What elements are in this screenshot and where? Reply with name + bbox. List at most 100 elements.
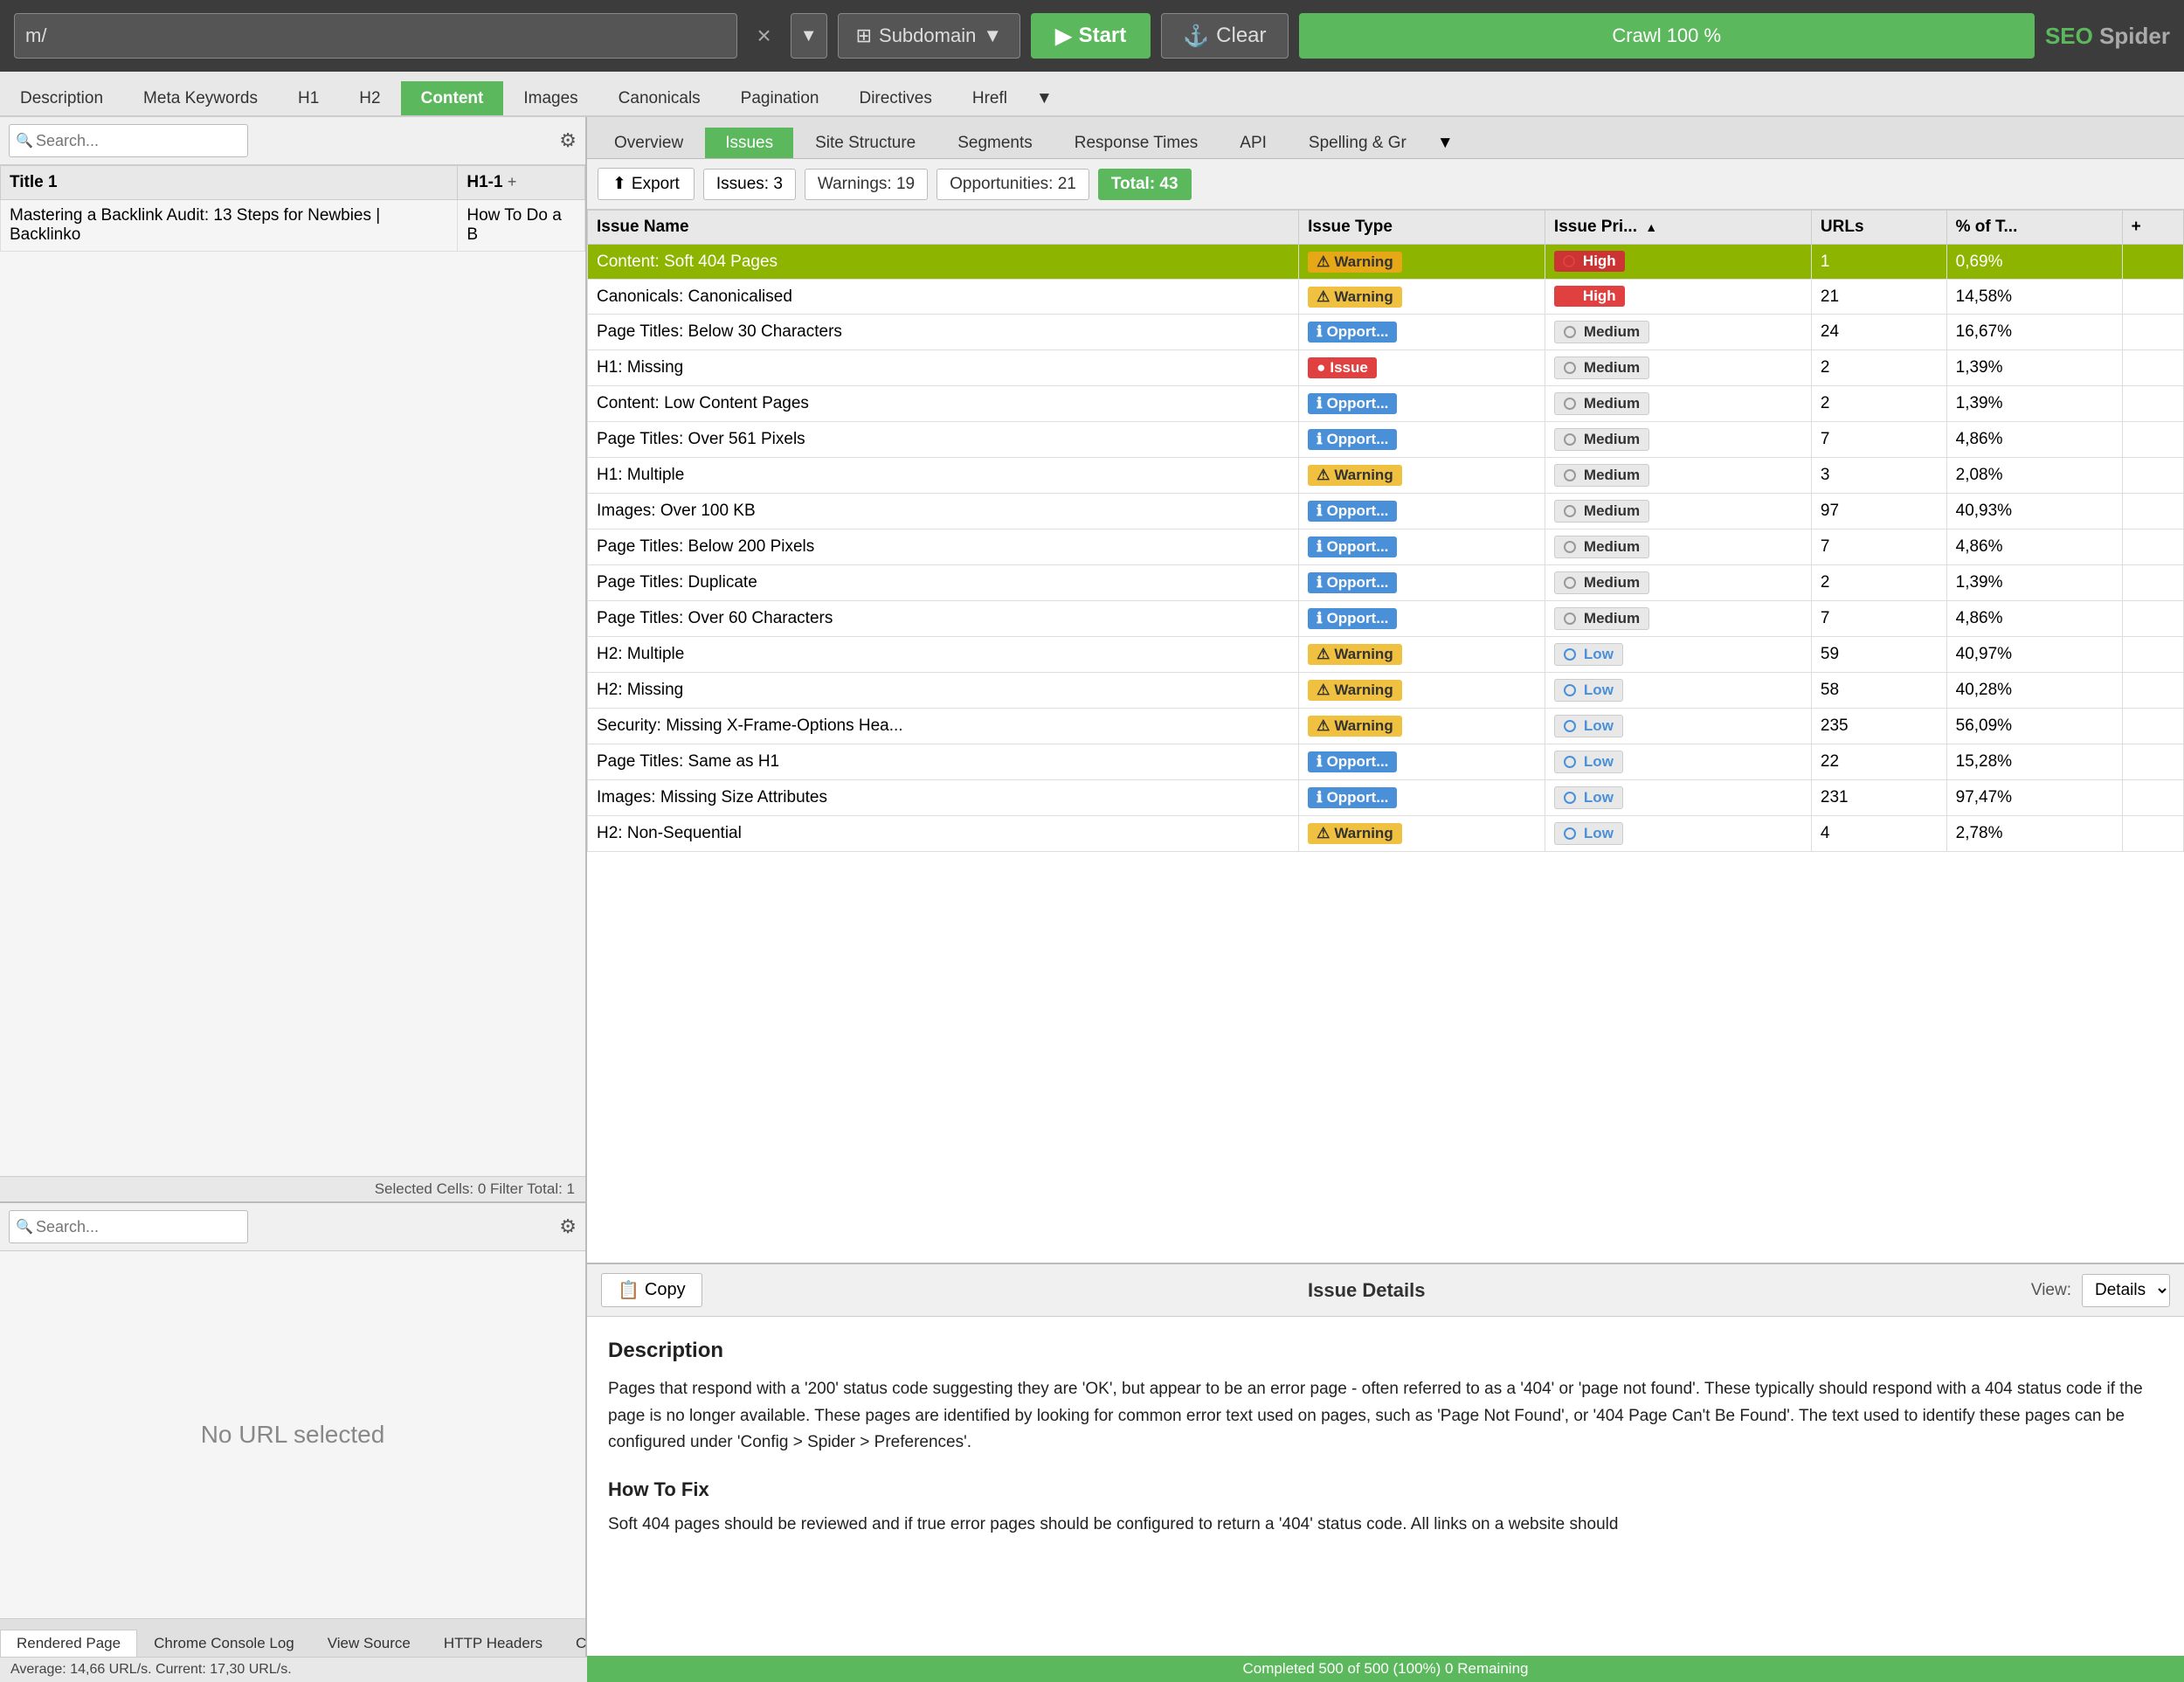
left-table: Title 1 H1-1 + Mastering a Backlink Audi… bbox=[0, 165, 585, 252]
issue-details-header: 📋 Copy Issue Details View: Details bbox=[587, 1264, 2184, 1317]
table-row[interactable]: Page Titles: Below 200 Pixels ℹ Opport..… bbox=[588, 530, 2184, 565]
export-icon: ⬆ bbox=[612, 174, 626, 194]
priority-circle bbox=[1564, 433, 1576, 446]
right-panel: Overview Issues Site Structure Segments … bbox=[587, 117, 2184, 1682]
table-row[interactable]: Security: Missing X-Frame-Options Hea...… bbox=[588, 709, 2184, 744]
col-pct[interactable]: % of T... bbox=[1946, 211, 2122, 245]
tab-h1[interactable]: H1 bbox=[278, 81, 339, 115]
table-row[interactable]: Page Titles: Below 30 Characters ℹ Oppor… bbox=[588, 315, 2184, 350]
priority-badge: Medium bbox=[1554, 571, 1649, 594]
col-urls[interactable]: URLs bbox=[1811, 211, 1946, 245]
col-add[interactable]: + bbox=[2122, 211, 2183, 245]
copy-button[interactable]: 📋 Copy bbox=[601, 1273, 702, 1307]
tab-content[interactable]: Content bbox=[401, 81, 504, 115]
table-row[interactable]: Content: Low Content Pages ℹ Opport... M… bbox=[588, 386, 2184, 422]
priority-badge: Low bbox=[1554, 679, 1623, 702]
left-search-input[interactable] bbox=[9, 124, 248, 157]
url-dropdown[interactable]: ▼ bbox=[791, 13, 827, 59]
col-issue-name[interactable]: Issue Name bbox=[588, 211, 1299, 245]
lower-tab-rendered-page[interactable]: Rendered Page bbox=[0, 1630, 137, 1657]
clear-button[interactable]: ⚓ Clear bbox=[1161, 13, 1288, 59]
priority-circle bbox=[1564, 577, 1576, 589]
cell-issue-name: H1: Missing bbox=[588, 350, 1299, 386]
filter-button[interactable]: ⚙ bbox=[559, 129, 577, 152]
export-button[interactable]: ⬆ Export bbox=[598, 168, 695, 200]
add-column-button[interactable]: + bbox=[508, 173, 517, 191]
cell-issue-type: ⚠ Warning bbox=[1299, 637, 1545, 673]
tab-overview[interactable]: Overview bbox=[594, 128, 703, 158]
type-badge: ℹ Opport... bbox=[1308, 536, 1397, 557]
table-row[interactable]: H2: Multiple ⚠ Warning Low 59 40,97% bbox=[588, 637, 2184, 673]
right-tab-more[interactable]: ▼ bbox=[1428, 128, 1462, 158]
tab-issues[interactable]: Issues bbox=[705, 128, 793, 158]
tab-spelling[interactable]: Spelling & Gr bbox=[1289, 128, 1427, 158]
subdomain-button[interactable]: ⊞ Subdomain ▼ bbox=[838, 13, 1021, 59]
col-h1-1[interactable]: H1-1 + bbox=[458, 166, 585, 200]
table-row[interactable]: H2: Non-Sequential ⚠ Warning Low 4 2,78% bbox=[588, 816, 2184, 852]
cell-issue-priority: Low bbox=[1545, 744, 1811, 780]
table-row[interactable]: Page Titles: Over 60 Characters ℹ Opport… bbox=[588, 601, 2184, 637]
cell-urls: 4 bbox=[1811, 816, 1946, 852]
lower-filter-button[interactable]: ⚙ bbox=[559, 1215, 577, 1238]
table-row[interactable]: H1: Multiple ⚠ Warning Medium 3 2,08% bbox=[588, 458, 2184, 494]
lower-tab-http-headers[interactable]: HTTP Headers bbox=[427, 1630, 559, 1657]
tab-images[interactable]: Images bbox=[503, 81, 598, 115]
table-row[interactable]: Content: Soft 404 Pages ⚠ Warning High 1… bbox=[588, 245, 2184, 280]
type-badge: ⚠ Warning bbox=[1308, 823, 1402, 844]
cell-extra bbox=[2122, 350, 2183, 386]
tab-canonicals[interactable]: Canonicals bbox=[598, 81, 721, 115]
cell-extra bbox=[2122, 245, 2183, 280]
tab-segments[interactable]: Segments bbox=[937, 128, 1053, 158]
lower-tab-chrome-console[interactable]: Chrome Console Log bbox=[137, 1630, 311, 1657]
cell-h1: How To Do a B bbox=[458, 200, 585, 252]
start-button[interactable]: ▶ Start bbox=[1031, 13, 1151, 59]
table-row[interactable]: Images: Over 100 KB ℹ Opport... Medium 9… bbox=[588, 494, 2184, 530]
priority-badge: Medium bbox=[1554, 500, 1649, 523]
col-title1[interactable]: Title 1 bbox=[1, 166, 458, 200]
tab-pagination[interactable]: Pagination bbox=[721, 81, 840, 115]
cell-pct: 1,39% bbox=[1946, 350, 2122, 386]
tab-h2[interactable]: H2 bbox=[339, 81, 400, 115]
tab-site-structure[interactable]: Site Structure bbox=[795, 128, 936, 158]
tab-response-times[interactable]: Response Times bbox=[1054, 128, 1219, 158]
subdomain-label: Subdomain bbox=[879, 24, 976, 47]
tab-directives[interactable]: Directives bbox=[839, 81, 951, 115]
table-row[interactable]: Page Titles: Duplicate ℹ Opport... Mediu… bbox=[588, 565, 2184, 601]
tab-more-button[interactable]: ▼ bbox=[1027, 82, 1061, 115]
table-row[interactable]: Images: Missing Size Attributes ℹ Opport… bbox=[588, 780, 2184, 816]
cell-issue-priority: Medium bbox=[1545, 601, 1811, 637]
close-button[interactable]: × bbox=[748, 18, 779, 53]
cell-issue-name: Page Titles: Below 30 Characters bbox=[588, 315, 1299, 350]
lower-search-icon: 🔍 bbox=[16, 1218, 33, 1236]
tab-description[interactable]: Description bbox=[0, 81, 123, 115]
issues-header: ⬆ Export Issues: 3 Warnings: 19 Opportun… bbox=[587, 159, 2184, 210]
table-row[interactable]: Page Titles: Same as H1 ℹ Opport... Low … bbox=[588, 744, 2184, 780]
cell-extra bbox=[2122, 816, 2183, 852]
view-select[interactable]: Details bbox=[2082, 1274, 2170, 1307]
table-row[interactable]: H2: Missing ⚠ Warning Low 58 40,28% bbox=[588, 673, 2184, 709]
type-badge: ℹ Opport... bbox=[1308, 393, 1397, 414]
cell-pct: 15,28% bbox=[1946, 744, 2122, 780]
table-row[interactable]: Canonicals: Canonicalised ⚠ Warning High… bbox=[588, 280, 2184, 315]
priority-circle bbox=[1564, 720, 1576, 732]
lower-search-input[interactable] bbox=[9, 1210, 248, 1243]
tab-hrefl[interactable]: Hrefl bbox=[952, 81, 1027, 115]
table-row[interactable]: Mastering a Backlink Audit: 13 Steps for… bbox=[1, 200, 585, 252]
col-issue-type[interactable]: Issue Type bbox=[1299, 211, 1545, 245]
col-issue-priority[interactable]: Issue Pri... ▲ bbox=[1545, 211, 1811, 245]
cell-urls: 2 bbox=[1811, 565, 1946, 601]
table-row[interactable]: Page Titles: Over 561 Pixels ℹ Opport...… bbox=[588, 422, 2184, 458]
tab-meta-keywords[interactable]: Meta Keywords bbox=[123, 81, 278, 115]
cell-urls: 1 bbox=[1811, 245, 1946, 280]
tab-api[interactable]: API bbox=[1220, 128, 1287, 158]
lower-tab-view-source[interactable]: View Source bbox=[311, 1630, 427, 1657]
table-row[interactable]: H1: Missing ● Issue Medium 2 1,39% bbox=[588, 350, 2184, 386]
crawl-progress-button[interactable]: Crawl 100 % bbox=[1299, 13, 2035, 59]
cell-urls: 231 bbox=[1811, 780, 1946, 816]
url-input[interactable] bbox=[14, 13, 737, 59]
cell-extra bbox=[2122, 744, 2183, 780]
lower-search-bar: 🔍 ⚙ bbox=[0, 1203, 585, 1251]
view-label: View: bbox=[2031, 1281, 2071, 1300]
cell-extra bbox=[2122, 637, 2183, 673]
lower-search-wrap: 🔍 bbox=[9, 1210, 552, 1243]
